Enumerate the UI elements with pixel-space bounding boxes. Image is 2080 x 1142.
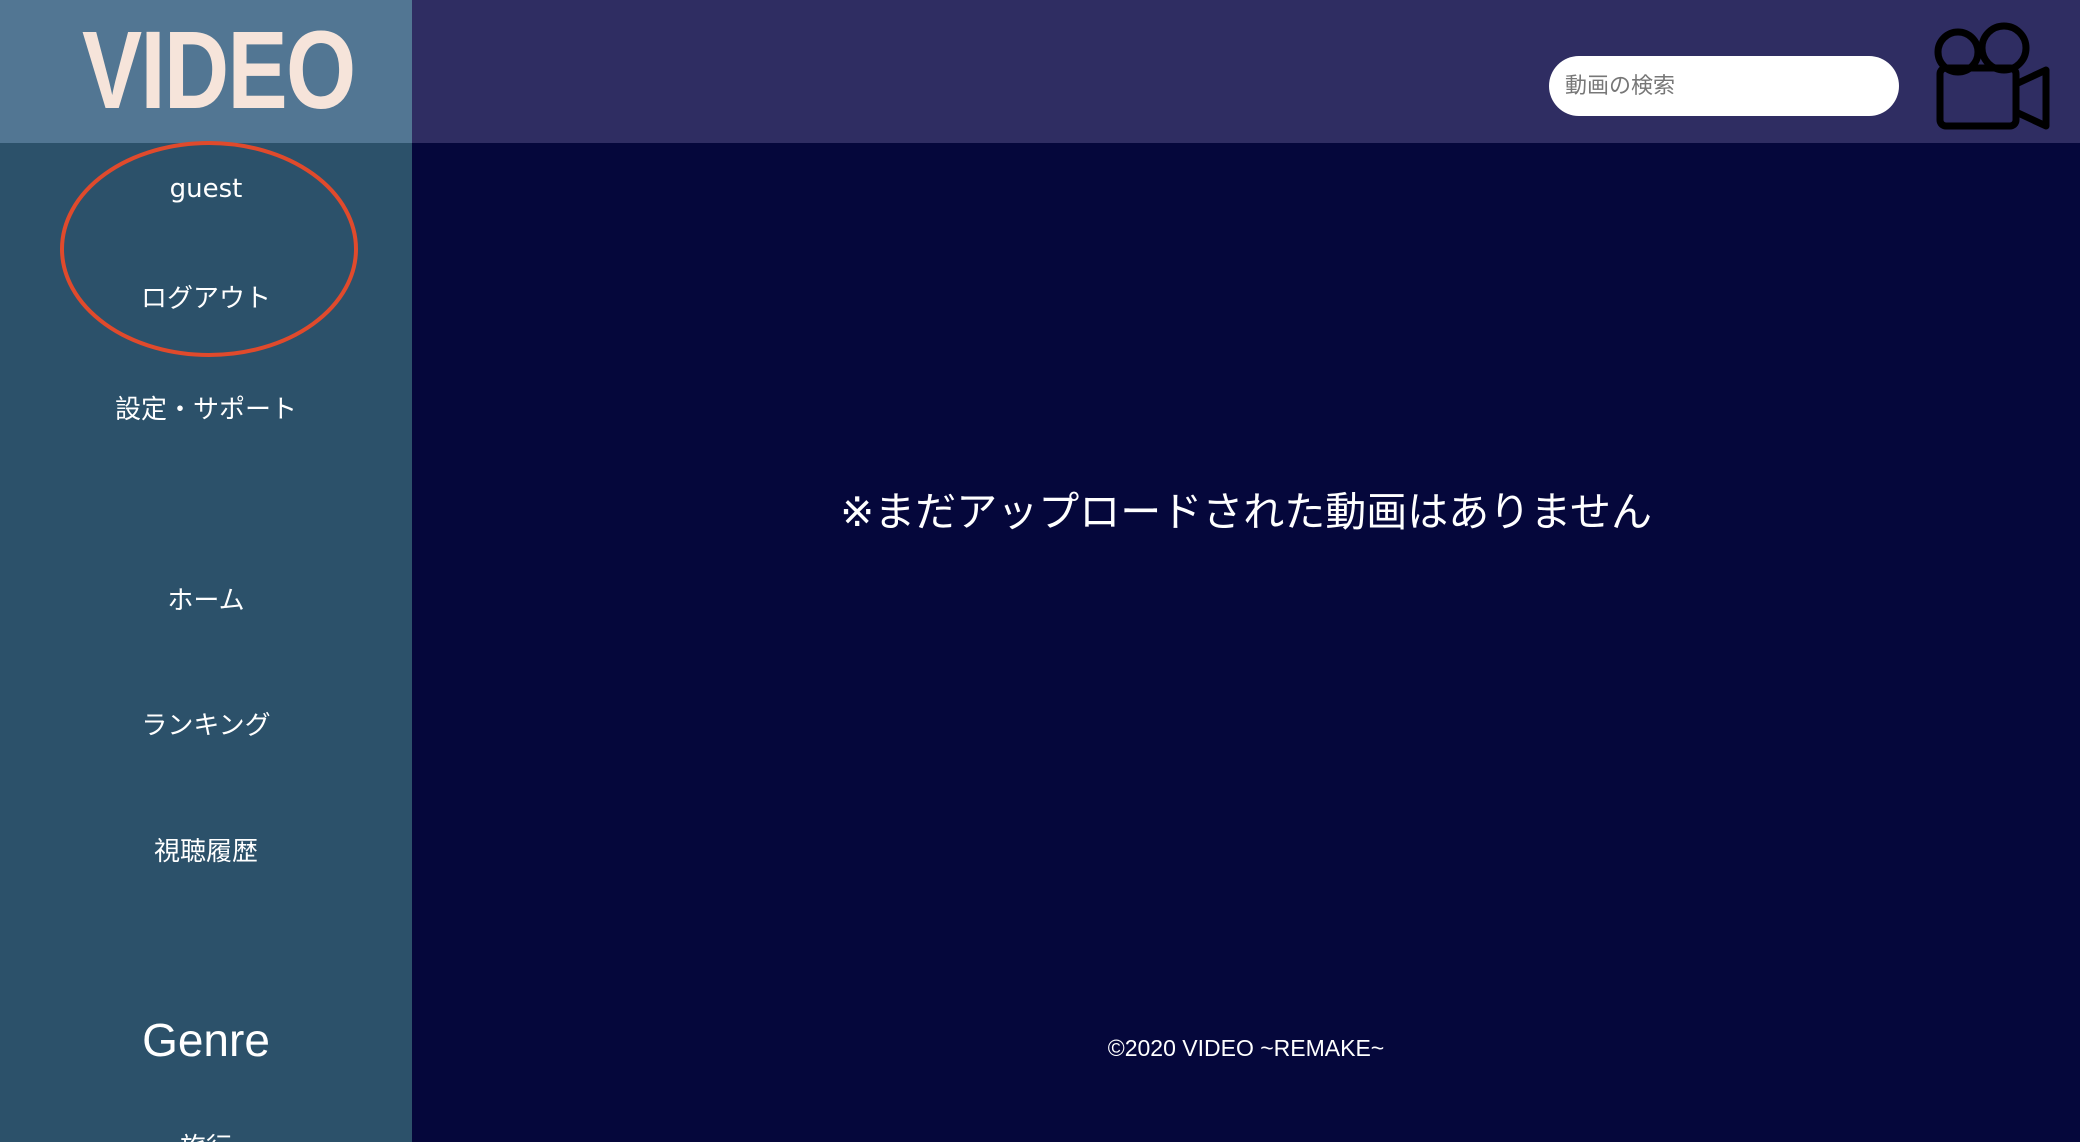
sidebar: guest ログアウト 設定・サポート ホーム ランキング 視聴履歴 Genre… [0, 143, 412, 1142]
main-content: ※まだアップロードされた動画はありません ©2020 VIDEO ~REMAKE… [412, 143, 2080, 1142]
logo-area[interactable]: VIDEO [0, 0, 412, 143]
search-input[interactable] [1549, 56, 1899, 116]
sidebar-item-logout[interactable]: ログアウト [0, 282, 412, 316]
movie-camera-icon [1934, 22, 2050, 130]
genre-heading: Genre [142, 1014, 270, 1066]
upload-camera-button[interactable] [1932, 22, 2054, 134]
sidebar-item-genre-travel[interactable]: 旅行 [0, 1131, 412, 1142]
sidebar-item-user[interactable]: guest [0, 172, 412, 206]
site-logo[interactable]: VIDEO [82, 16, 356, 126]
sidebar-item-home[interactable]: ホーム [0, 584, 412, 618]
sidebar-item-ranking[interactable]: ランキング [0, 709, 412, 743]
footer-copyright: ©2020 VIDEO ~REMAKE~ [1107, 1035, 1385, 1061]
empty-state-message: ※まだアップロードされた動画はありません [839, 488, 1653, 536]
sidebar-item-settings[interactable]: 設定・サポート [0, 393, 412, 427]
app-root: VIDEO guest ログアウト 設定・サポート ホーム ランキング 視聴履歴… [0, 0, 2080, 1142]
header-bar: VIDEO [0, 0, 2080, 143]
sidebar-item-history[interactable]: 視聴履歴 [0, 835, 412, 869]
